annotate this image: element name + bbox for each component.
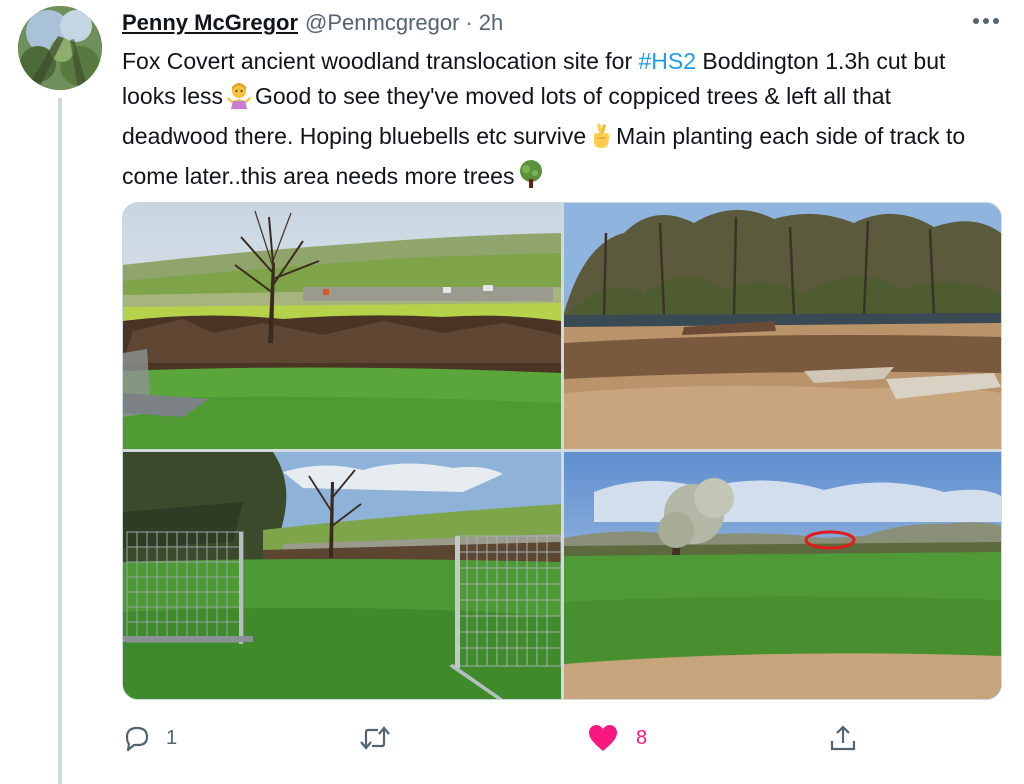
tweet-actions: 1 8	[122, 718, 1002, 758]
share-button[interactable]	[828, 718, 858, 758]
photo-fence-panels-grass[interactable]	[123, 452, 561, 699]
photo-cleared-woodland-field[interactable]	[123, 203, 561, 449]
like-button[interactable]: 8	[588, 718, 647, 758]
more-options-button[interactable]	[968, 6, 1004, 36]
photo-woodland-edge-bare-ground[interactable]	[564, 203, 1001, 449]
retweet-button[interactable]	[358, 718, 406, 758]
reply-count: 1	[166, 726, 178, 749]
reply-button[interactable]: 1	[122, 718, 177, 758]
author-handle[interactable]: @Penmcgregor	[305, 10, 459, 36]
avatar-image	[18, 6, 102, 90]
timestamp[interactable]: 2h	[479, 10, 503, 36]
thread-line	[58, 98, 62, 784]
share-icon	[830, 725, 856, 751]
media-grid	[122, 202, 1002, 700]
crossed-fingers-emoji	[588, 121, 614, 159]
heart-icon	[589, 725, 617, 751]
retweet-icon	[360, 726, 390, 750]
avatar[interactable]	[18, 6, 102, 90]
deciduous-tree-emoji	[516, 159, 546, 199]
author-name[interactable]: Penny McGregor	[122, 10, 298, 36]
photo-open-field-red-circle[interactable]	[564, 452, 1001, 699]
separator-dot: ·	[465, 10, 473, 35]
tweet-text-part-1: Fox Covert ancient woodland translocatio…	[122, 48, 639, 74]
person-shrugging-emoji	[225, 81, 253, 119]
hashtag-link[interactable]: #HS2	[639, 48, 697, 74]
reply-icon	[125, 726, 149, 752]
tweet-header: Penny McGregor @Penmcgregor · 2h	[122, 8, 503, 38]
like-count: 8	[636, 726, 648, 749]
more-icon	[973, 18, 999, 24]
tweet-text: Fox Covert ancient woodland translocatio…	[122, 44, 1002, 199]
